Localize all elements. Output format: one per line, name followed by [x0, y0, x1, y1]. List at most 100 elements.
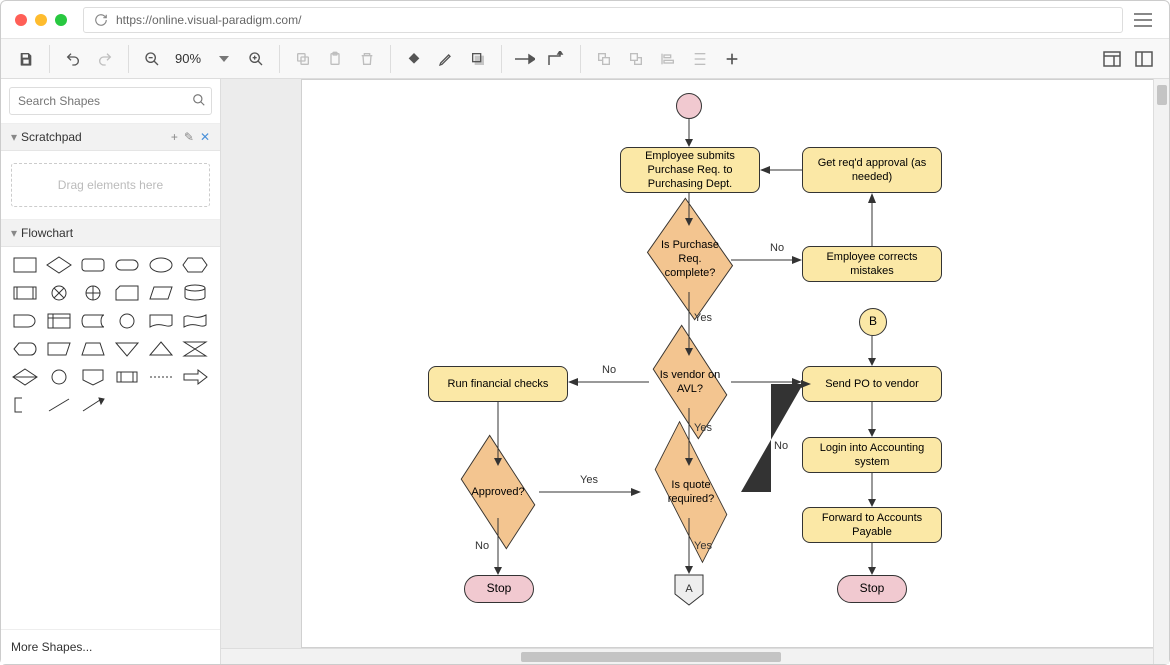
decision-d1[interactable]: Is Purchase Req. complete?: [649, 226, 731, 292]
edge: [868, 336, 878, 366]
process-p4[interactable]: Run financial checks: [428, 366, 568, 402]
horizontal-scrollbar[interactable]: [221, 648, 1153, 664]
shape-stored-data[interactable]: [79, 311, 107, 331]
maximize-window-icon[interactable]: [55, 14, 67, 26]
collapse-icon: ▾: [11, 130, 17, 144]
shape-annotation[interactable]: [11, 395, 39, 415]
shape-circle[interactable]: [45, 367, 73, 387]
shape-rectangle[interactable]: [11, 255, 39, 275]
zoom-level[interactable]: 90%: [169, 51, 207, 66]
close-scratchpad-icon[interactable]: ✕: [200, 130, 210, 144]
decision-d2[interactable]: Is vendor on AVL?: [649, 356, 731, 408]
format-panel-button[interactable]: [1097, 44, 1127, 74]
connector-b[interactable]: B: [859, 308, 887, 336]
undo-button[interactable]: [58, 44, 88, 74]
shape-display[interactable]: [11, 339, 39, 359]
zoom-out-button[interactable]: [137, 44, 167, 74]
shape-diamond[interactable]: [45, 255, 73, 275]
shape-or[interactable]: [79, 283, 107, 303]
shape-internal-storage[interactable]: [45, 311, 73, 331]
outline-icon: [1135, 51, 1153, 67]
process-p1[interactable]: Employee submits Purchase Req. to Purcha…: [620, 147, 760, 193]
shape-sort[interactable]: [11, 367, 39, 387]
shape-trapezoid[interactable]: [79, 339, 107, 359]
shape-trap-left[interactable]: [45, 339, 73, 359]
process-p2[interactable]: Get req'd approval (as needed): [802, 147, 942, 193]
zoom-in-button[interactable]: [241, 44, 271, 74]
process-p3[interactable]: Employee corrects mistakes: [802, 246, 942, 282]
align-button[interactable]: [653, 44, 683, 74]
shape-arrow[interactable]: [181, 367, 209, 387]
outline-panel-button[interactable]: [1129, 44, 1159, 74]
shape-delay[interactable]: [11, 311, 39, 331]
line-color-button[interactable]: [431, 44, 461, 74]
reload-icon[interactable]: [94, 13, 108, 27]
shape-terminator[interactable]: [113, 255, 141, 275]
shape-line[interactable]: [45, 395, 73, 415]
edge: [494, 402, 504, 466]
redo-icon: [97, 51, 113, 67]
close-window-icon[interactable]: [15, 14, 27, 26]
edge: [685, 193, 695, 226]
offpage-connector-a[interactable]: A: [674, 574, 704, 606]
start-node[interactable]: [676, 93, 702, 119]
canvas-area[interactable]: Employee submits Purchase Req. to Purcha…: [221, 79, 1169, 664]
flowchart-header[interactable]: ▾Flowchart: [1, 220, 220, 247]
distribute-button[interactable]: [685, 44, 715, 74]
shape-arrow-line[interactable]: [79, 395, 107, 415]
save-button[interactable]: [11, 44, 41, 74]
search-icon[interactable]: [192, 93, 206, 107]
connector-style-button[interactable]: [542, 44, 572, 74]
shape-connector-circle[interactable]: [113, 311, 141, 331]
more-shapes-link[interactable]: More Shapes...: [1, 629, 220, 664]
shape-loop-limit[interactable]: [113, 367, 141, 387]
shape-summing[interactable]: [45, 283, 73, 303]
address-bar[interactable]: https://online.visual-paradigm.com/: [83, 7, 1123, 33]
shadow-button[interactable]: [463, 44, 493, 74]
process-p5[interactable]: Send PO to vendor: [802, 366, 942, 402]
shape-transfer[interactable]: [147, 367, 175, 387]
shape-cylinder[interactable]: [181, 283, 209, 303]
shape-extract[interactable]: [147, 339, 175, 359]
canvas-page[interactable]: Employee submits Purchase Req. to Purcha…: [301, 79, 1169, 648]
shape-parallelogram[interactable]: [147, 283, 175, 303]
decision-d3[interactable]: Approved?: [457, 466, 539, 518]
process-p7[interactable]: Forward to Accounts Payable: [802, 507, 942, 543]
minimize-window-icon[interactable]: [35, 14, 47, 26]
stop-node-1[interactable]: Stop: [464, 575, 534, 603]
copy-button[interactable]: [288, 44, 318, 74]
zoom-dropdown[interactable]: [209, 44, 239, 74]
connector-start-button[interactable]: [510, 44, 540, 74]
shape-document[interactable]: [147, 311, 175, 331]
shape-ellipse[interactable]: [147, 255, 175, 275]
scratchpad-dropzone[interactable]: Drag elements here: [11, 163, 210, 207]
scratchpad-header[interactable]: ▾Scratchpad + ✎ ✕: [1, 124, 220, 151]
shape-rounded-rect[interactable]: [79, 255, 107, 275]
fill-color-button[interactable]: [399, 44, 429, 74]
shape-merge[interactable]: [113, 339, 141, 359]
paste-button[interactable]: [320, 44, 350, 74]
add-scratchpad-icon[interactable]: +: [171, 130, 178, 144]
shape-palette: [1, 247, 220, 423]
shape-hexagon[interactable]: [181, 255, 209, 275]
search-input[interactable]: [9, 87, 212, 115]
shape-offpage[interactable]: [79, 367, 107, 387]
redo-button[interactable]: [90, 44, 120, 74]
zoom-in-icon: [248, 51, 264, 67]
shape-collate[interactable]: [181, 339, 209, 359]
process-p6[interactable]: Login into Accounting system: [802, 437, 942, 473]
to-front-button[interactable]: [589, 44, 619, 74]
decision-d4[interactable]: Is quote required?: [641, 466, 741, 518]
vertical-scrollbar[interactable]: [1153, 79, 1169, 664]
shape-subprocess[interactable]: [11, 283, 39, 303]
to-front-icon: [596, 51, 612, 67]
shape-card[interactable]: [113, 283, 141, 303]
delete-button[interactable]: [352, 44, 382, 74]
stop-node-2[interactable]: Stop: [837, 575, 907, 603]
edit-scratchpad-icon[interactable]: ✎: [184, 130, 194, 144]
shape-tape[interactable]: [181, 311, 209, 331]
menu-button[interactable]: [1131, 8, 1155, 32]
add-button[interactable]: [717, 44, 747, 74]
window-controls[interactable]: [15, 14, 67, 26]
to-back-button[interactable]: [621, 44, 651, 74]
